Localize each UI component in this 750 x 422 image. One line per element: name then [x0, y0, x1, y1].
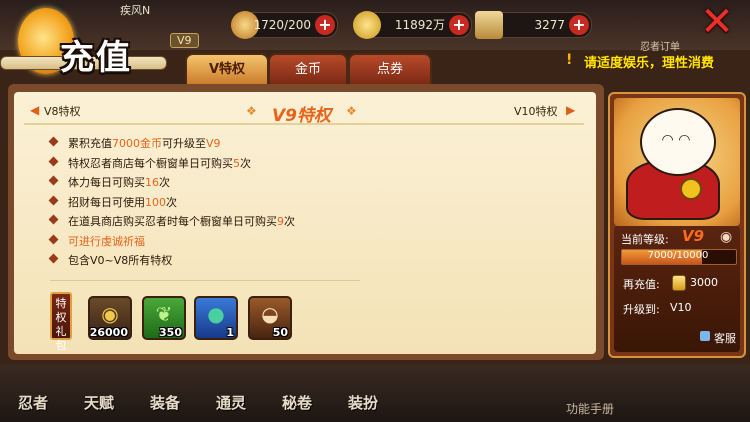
manual-button[interactable]: 功能手册 [566, 400, 614, 417]
lucky-cat-eyes: ◠ ◠ [661, 132, 691, 148]
bell-icon [680, 178, 702, 200]
upgrade-label: 升级到: [623, 303, 660, 316]
benefit-text: 次 [159, 176, 170, 189]
level-value: V9 [682, 227, 705, 245]
gift-pack-label: 特权礼包 [50, 292, 72, 352]
benefits-divider [50, 280, 360, 281]
next-arrow-icon[interactable]: ▶ [566, 103, 575, 117]
add-tickets-button[interactable]: + [569, 15, 589, 35]
tickets-resource: 3277 + [475, 11, 592, 39]
service-icon [700, 331, 710, 341]
benefit-text: 累积充值 [68, 137, 112, 150]
nav-talent[interactable]: 天赋 [84, 392, 114, 413]
prev-arrow-icon[interactable]: ◀ [30, 103, 39, 117]
gift-item-qty: 350 [159, 326, 182, 339]
gift-item-qty: 1 [226, 326, 234, 339]
vip-progress-text: 7000/10000 [647, 250, 709, 261]
benefit-highlight: 16 [145, 176, 159, 189]
level-label: 当前等级: [621, 233, 669, 246]
benefit-highlight: 9 [277, 215, 284, 228]
nav-equipment[interactable]: 装备 [150, 392, 180, 413]
player-name: 疾风N [120, 4, 151, 17]
nav-scroll[interactable]: 秘卷 [282, 392, 312, 413]
close-button[interactable]: ✕ [694, 2, 740, 42]
coin-icon [672, 275, 686, 291]
nav-outfit[interactable]: 装扮 [348, 392, 378, 413]
benefit-text: 在道具商店购买忍者时每个橱窗单日可购买 [68, 215, 277, 228]
warning-icon: ! [566, 52, 573, 68]
benefit-text: 包含V0~V8所有特权 [68, 254, 173, 267]
ramen-icon: ◒ [261, 302, 279, 326]
vip-badge: V9 [170, 33, 199, 48]
eye-icon[interactable]: ◉ [720, 229, 732, 245]
ornament-left-icon: ❖ [246, 104, 257, 118]
gift-item-magatama[interactable]: ● 1 [194, 296, 238, 340]
recharge-label: 再充值: [623, 278, 660, 291]
coin-icon [353, 11, 381, 39]
coins-value: 11892万 [394, 18, 445, 32]
benefit-highlight: 可进行虔诚祈福 [68, 234, 145, 248]
benefit-highlight: 7000金币 [112, 137, 162, 150]
benefit-text: 次 [284, 215, 295, 228]
benefit-text: 次 [166, 195, 177, 209]
ticket-icon [475, 11, 503, 39]
tab-tickets[interactable]: 点券 [348, 53, 432, 85]
energy-value: 1720/200 [253, 18, 312, 32]
add-energy-button[interactable]: + [315, 15, 335, 35]
herb-icon: ❦ [155, 302, 173, 326]
benefit-text: 次 [240, 156, 251, 170]
energy-resource: 1720/200 + [231, 11, 338, 39]
notice-text: 请适度娱乐，理性消费 [584, 56, 715, 71]
benefit-highlight: 5 [233, 156, 240, 170]
tab-vip-privilege[interactable]: V特权 [185, 53, 269, 85]
nav-summon[interactable]: 通灵 [216, 392, 246, 413]
gift-item-qty: 26000 [89, 326, 128, 339]
nav-ninja[interactable]: 忍者 [18, 392, 48, 413]
benefit-text: 招财每日可使用 [68, 195, 145, 209]
benefit-text: 可升级至 [162, 137, 206, 150]
next-vip-link[interactable]: V10特权 [514, 103, 558, 119]
gift-item-herb[interactable]: ❦ 350 [142, 296, 186, 340]
recharge-value: 3000 [690, 276, 718, 289]
tickets-value: 3277 [534, 18, 565, 32]
page-title: 充值 [60, 38, 132, 78]
tab-gold[interactable]: 金币 [268, 53, 348, 85]
customer-service-button[interactable]: 客服 [714, 330, 736, 346]
coin-icon: ◉ [101, 302, 119, 326]
benefit-text: 特权忍者商店每个橱窗单日可购买 [68, 156, 233, 170]
gift-item-coin[interactable]: ◉ 26000 [88, 296, 132, 340]
ninja-order-label: 忍者订单 [640, 42, 680, 53]
upgrade-value: V10 [670, 301, 692, 314]
header-divider [24, 123, 584, 125]
prev-vip-link[interactable]: V8特权 [44, 103, 81, 119]
magatama-icon: ● [207, 302, 225, 326]
add-coins-button[interactable]: + [449, 15, 469, 35]
benefit-highlight: 100 [145, 195, 166, 209]
gift-item-ramen[interactable]: ◒ 50 [248, 296, 292, 340]
benefit-highlight: V9 [206, 137, 221, 150]
ornament-right-icon: ❖ [346, 104, 357, 118]
gift-item-qty: 50 [272, 326, 288, 339]
coins-resource: 11892万 + [353, 11, 472, 39]
benefit-text: 体力每日可购买 [68, 176, 145, 189]
